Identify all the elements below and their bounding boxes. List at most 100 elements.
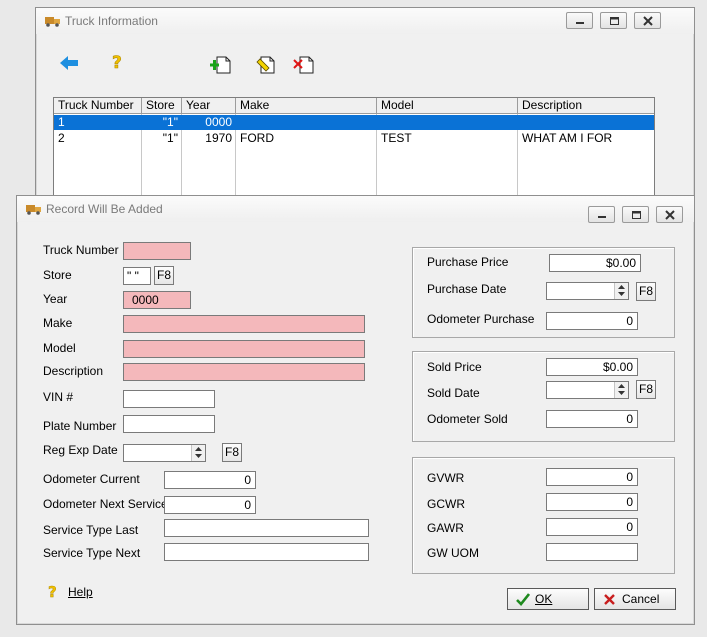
close-icon	[643, 16, 653, 26]
grid-header: Truck Number Store Year Make Model Descr…	[54, 98, 654, 114]
spin-down-icon	[195, 454, 202, 458]
sold-price-label: Sold Price	[427, 360, 482, 374]
sold-date-f8-button[interactable]: F8	[636, 380, 656, 399]
odometer-next-service-input[interactable]: 0	[164, 496, 256, 514]
sold-date-input[interactable]	[546, 381, 629, 399]
col-model[interactable]: Model	[377, 98, 518, 114]
cell-make	[236, 115, 377, 130]
odometer-sold-label: Odometer Sold	[427, 412, 508, 426]
store-input[interactable]: " "	[123, 267, 151, 285]
maximize-icon	[632, 211, 641, 219]
back-arrow-icon[interactable]	[59, 55, 79, 71]
purchase-price-input[interactable]: $0.00	[549, 254, 641, 272]
sold-date-spinner[interactable]	[614, 382, 628, 398]
close-button[interactable]	[656, 206, 683, 223]
year-label: Year	[43, 292, 68, 306]
purchase-date-spinner[interactable]	[614, 283, 628, 299]
help-link[interactable]: Help	[68, 585, 93, 599]
help-question-icon[interactable]: ?	[111, 53, 125, 71]
odometer-sold-input[interactable]: 0	[546, 410, 638, 428]
purchase-date-f8-button[interactable]: F8	[636, 282, 656, 301]
truck-number-input[interactable]	[123, 242, 191, 260]
maximize-button[interactable]	[622, 206, 649, 223]
sold-date-label: Sold Date	[427, 386, 480, 400]
minimize-button[interactable]	[588, 206, 615, 223]
gawr-label: GAWR	[427, 521, 464, 535]
service-type-next-label: Service Type Next	[43, 546, 141, 560]
reg-exp-date-f8-button[interactable]: F8	[222, 443, 242, 462]
cell-model	[377, 115, 518, 130]
model-label: Model	[43, 341, 76, 355]
col-truck-number[interactable]: Truck Number	[54, 98, 142, 114]
gvwr-label: GVWR	[427, 471, 465, 485]
record-dialog: Record Will Be Added Truck Number Store …	[16, 195, 695, 625]
purchase-date-input[interactable]	[546, 282, 629, 300]
ok-label: OK	[535, 592, 553, 606]
cell-year: 0000	[205, 115, 232, 129]
vin-label: VIN #	[43, 390, 74, 404]
reg-exp-date-spinner[interactable]	[191, 445, 205, 461]
truck-window-titlebar[interactable]: Truck Information	[36, 8, 694, 34]
close-button[interactable]	[634, 12, 661, 29]
gvwr-input[interactable]: 0	[546, 468, 638, 486]
cancel-button[interactable]: Cancel	[594, 588, 676, 610]
gw-uom-label: GW UOM	[427, 546, 479, 560]
cancel-label: Cancel	[622, 592, 660, 606]
gawr-input[interactable]: 0	[546, 518, 638, 536]
vin-input[interactable]	[123, 390, 215, 408]
store-f8-button[interactable]: F8	[154, 266, 174, 285]
make-label: Make	[43, 316, 73, 330]
cancel-x-icon	[604, 594, 615, 605]
col-year[interactable]: Year	[182, 98, 236, 114]
spin-up-icon	[618, 285, 625, 289]
plate-number-label: Plate Number	[43, 419, 117, 433]
description-label: Description	[43, 364, 104, 378]
spin-down-icon	[618, 292, 625, 296]
record-dialog-title: Record Will Be Added	[46, 202, 163, 216]
gw-uom-input[interactable]	[546, 543, 638, 561]
spin-down-icon	[618, 391, 625, 395]
check-icon	[516, 593, 530, 606]
gcwr-input[interactable]: 0	[546, 493, 638, 511]
add-record-icon[interactable]	[210, 54, 232, 74]
minimize-icon	[598, 216, 606, 218]
maximize-icon	[610, 17, 619, 25]
minimize-icon	[576, 22, 584, 24]
record-dialog-titlebar[interactable]: Record Will Be Added	[17, 196, 694, 223]
odometer-purchase-label: Odometer Purchase	[427, 312, 535, 326]
cell-make: FORD	[240, 131, 274, 145]
make-input[interactable]	[123, 315, 365, 333]
svg-text:?: ?	[112, 53, 122, 71]
service-type-next-input[interactable]	[164, 543, 369, 561]
ok-button[interactable]: OK	[507, 588, 589, 610]
cell-truck-number: 2	[58, 131, 65, 145]
odometer-purchase-input[interactable]: 0	[546, 312, 638, 330]
purchase-date-label: Purchase Date	[427, 282, 507, 296]
truck-icon	[26, 205, 41, 215]
sold-price-input[interactable]: $0.00	[546, 358, 638, 376]
service-type-last-input[interactable]	[164, 519, 369, 537]
maximize-button[interactable]	[600, 12, 627, 29]
plate-number-input[interactable]	[123, 415, 215, 433]
delete-record-icon[interactable]	[293, 54, 315, 74]
table-row[interactable]: 1 "1" 0000	[54, 115, 654, 130]
service-type-last-label: Service Type Last	[43, 523, 139, 537]
year-input[interactable]: 0000	[123, 291, 191, 309]
reg-exp-date-input[interactable]	[123, 444, 206, 462]
description-input[interactable]	[123, 363, 365, 381]
truck-grid[interactable]: Truck Number Store Year Make Model Descr…	[53, 97, 655, 209]
col-store[interactable]: Store	[142, 98, 182, 114]
cell-store: "1"	[162, 115, 178, 129]
truck-window-title: Truck Information	[65, 14, 158, 28]
truck-icon	[45, 17, 60, 27]
col-make[interactable]: Make	[236, 98, 377, 114]
edit-record-icon[interactable]	[255, 54, 277, 74]
col-description[interactable]: Description	[518, 98, 654, 114]
odometer-current-label: Odometer Current	[43, 472, 140, 486]
odometer-current-input[interactable]: 0	[164, 471, 256, 489]
cell-description	[518, 115, 654, 130]
table-row[interactable]: 2 "1" 1970 FORD TEST WHAT AM I FOR	[54, 131, 654, 146]
help-question-icon[interactable]: ?	[48, 583, 60, 599]
model-input[interactable]	[123, 340, 365, 358]
minimize-button[interactable]	[566, 12, 593, 29]
